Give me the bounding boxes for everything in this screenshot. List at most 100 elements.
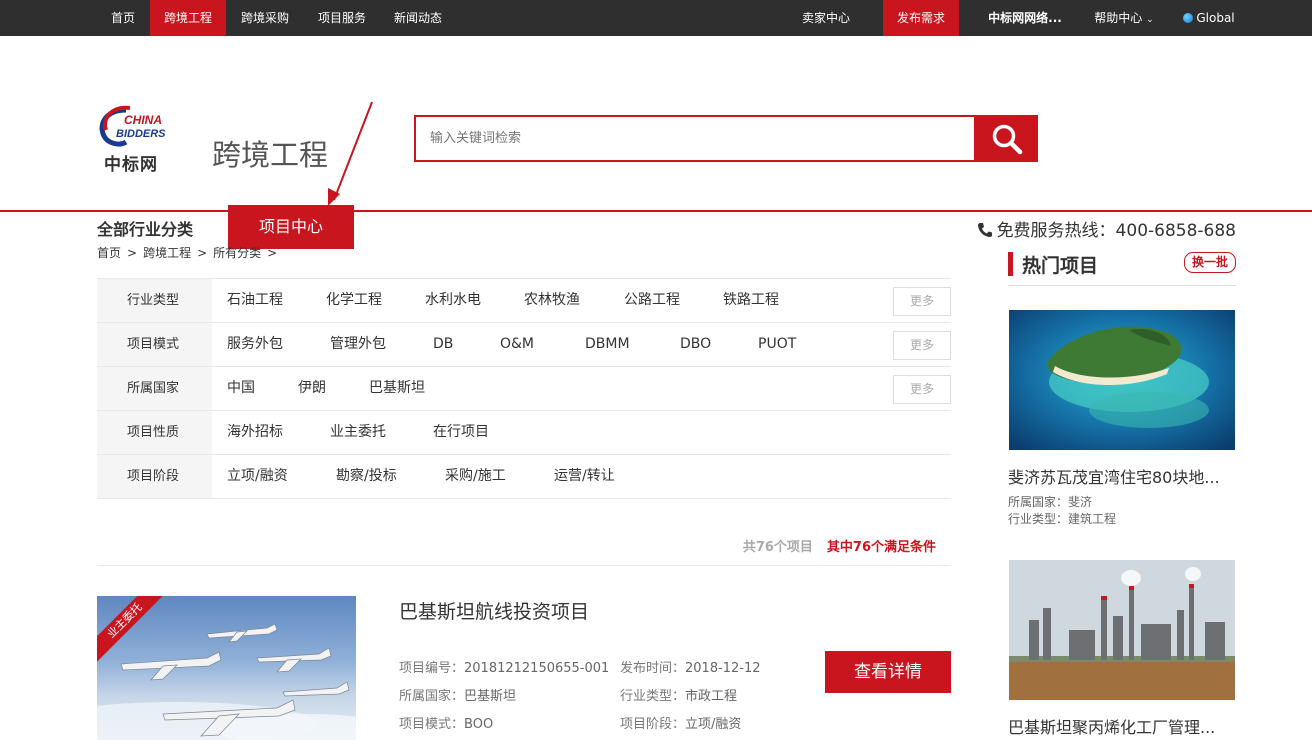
field-label: 项目编号： [399,661,465,676]
topnav-global[interactable]: Global [1176,0,1242,36]
filter-option[interactable]: DB [433,323,453,366]
field-label: 所属国家： [1008,495,1069,509]
breadcrumb-home[interactable]: 首页 [97,246,121,260]
top-navbar: 首页 跨境工程 跨境采购 项目服务 新闻动态 卖家中心 发布需求 中标网网络..… [0,0,1312,36]
field-value: 2018-12-12 [685,661,761,676]
field-label: 行业类型： [620,689,686,704]
topnav-project-service[interactable]: 项目服务 [304,0,380,36]
field-value: 立项/融资 [685,717,742,732]
project-field: 项目模式：BOO [399,713,493,732]
all-categories-menu[interactable]: 全部行业分类 [97,216,193,240]
filter-row-nature: 项目性质 海外招标 业主委托 在行项目 [97,411,951,455]
refinery-image [1009,560,1235,700]
hot-project-image[interactable] [1009,560,1235,700]
tab-project-center[interactable]: 项目中心 [228,205,354,249]
filter-option[interactable]: DBO [680,323,711,366]
topnav-company[interactable]: 中标网网络... [980,0,1070,36]
breadcrumb-all-categories[interactable]: 所有分类 [213,246,261,260]
more-button[interactable]: 更多 [893,331,951,360]
filter-option[interactable]: 公路工程 [624,279,680,322]
search-box [414,115,976,162]
filter-table: 行业类型 石油工程 化学工程 水利水电 农林牧渔 公路工程 铁路工程 更多 项目… [97,278,951,499]
filter-option[interactable]: PUOT [758,323,796,366]
filter-option[interactable]: 石油工程 [227,279,283,322]
filter-option[interactable]: 伊朗 [298,367,326,410]
field-value: 20181212150655-001 [464,661,610,676]
topnav-help-center[interactable]: 帮助中心 ⌄ [1090,0,1158,36]
filter-option[interactable]: 在行项目 [433,411,489,454]
filter-option[interactable]: 运营/转让 [554,455,615,498]
filter-option[interactable]: 农林牧渔 [524,279,580,322]
hot-project-industry: 行业类型：建筑工程 [1008,510,1116,527]
hot-project-title[interactable]: 斐济苏瓦茂宜湾住宅80块地... [1008,464,1236,488]
filter-option[interactable]: 管理外包 [330,323,386,366]
title-accent-bar [1008,252,1013,276]
filter-option[interactable]: 水利水电 [425,279,481,322]
result-count: 共76个项目 其中76个满足条件 [743,536,936,555]
hot-project-country: 所属国家：斐济 [1008,493,1092,510]
filter-option[interactable]: 业主委托 [330,411,386,454]
hot-project-title[interactable]: 巴基斯坦聚丙烯化工厂管理... [1008,714,1236,738]
breadcrumb-separator: > [267,246,278,260]
project-field: 所属国家：巴基斯坦 [399,685,516,704]
filter-row-industry: 行业类型 石油工程 化学工程 水利水电 农林牧渔 公路工程 铁路工程 更多 [97,279,951,323]
phone-icon [977,223,992,237]
breadcrumb-separator: > [127,246,138,260]
filter-label: 项目性质 [97,411,212,454]
island-image [1009,310,1235,450]
topnav-publish-demand[interactable]: 发布需求 [883,0,959,36]
filter-option[interactable]: 中国 [227,367,255,410]
filter-option[interactable]: 服务外包 [227,323,283,366]
field-value: 巴基斯坦 [464,689,517,704]
search-button[interactable] [976,115,1038,162]
field-label: 发布时间： [620,661,686,676]
filter-option[interactable]: 铁路工程 [723,279,779,322]
topnav-news[interactable]: 新闻动态 [381,0,455,36]
field-label: 所属国家： [399,689,465,704]
site-logo[interactable]: CHINA BIDDERS 中标网 [96,104,180,175]
project-image[interactable]: 业主委托 [97,596,356,740]
field-value: 市政工程 [685,689,738,704]
field-label: 项目模式： [399,717,465,732]
field-value: 斐济 [1068,495,1093,509]
filter-row-country: 所属国家 中国 伊朗 巴基斯坦 更多 [97,367,951,411]
filter-option[interactable]: DBMM [585,323,630,366]
breadcrumb-cross-border-engineering[interactable]: 跨境工程 [143,246,191,260]
hot-project-image[interactable] [1009,310,1235,450]
project-field: 项目阶段：立项/融资 [620,713,741,732]
filter-label: 项目模式 [97,323,212,366]
more-button[interactable]: 更多 [893,375,951,404]
more-button[interactable]: 更多 [893,287,951,316]
filter-option[interactable]: 海外招标 [227,411,283,454]
project-field: 行业类型：市政工程 [620,685,737,704]
filter-option[interactable]: 采购/施工 [445,455,506,498]
filter-option[interactable]: 巴基斯坦 [369,367,425,410]
filter-option[interactable]: 化学工程 [326,279,382,322]
filter-option[interactable]: 勘察/投标 [336,455,397,498]
topnav-cross-border-engineering[interactable]: 跨境工程 [150,0,226,36]
field-value: 建筑工程 [1068,512,1117,526]
field-label: 行业类型： [1008,512,1069,526]
project-title[interactable]: 巴基斯坦航线投资项目 [399,597,589,624]
topnav-cross-border-procurement[interactable]: 跨境采购 [228,0,302,36]
site-title: 跨境工程 [212,138,329,172]
svg-text:BIDDERS: BIDDERS [116,128,166,140]
filter-option[interactable]: O&M [500,323,534,366]
filter-row-stage: 项目阶段 立项/融资 勘察/投标 采购/施工 运营/转让 [97,455,951,499]
filter-label: 项目阶段 [97,455,212,498]
logo-text: 中标网 [104,155,158,175]
field-label: 项目阶段： [620,717,686,732]
breadcrumb: 首页 > 跨境工程 > 所有分类 > [97,244,283,261]
view-details-button[interactable]: 查看详情 [825,651,951,693]
result-total: 共76个项目 [742,540,813,555]
search-input[interactable] [416,117,974,160]
service-hotline: 免费服务热线：400-6858-688 [977,216,1236,241]
refresh-batch-button[interactable]: 换一批 [1184,252,1236,273]
topnav-seller-center[interactable]: 卖家中心 [788,0,864,36]
topnav-home[interactable]: 首页 [97,0,149,36]
project-field: 项目编号：20181212150655-001 [399,657,609,676]
filter-option[interactable]: 立项/融资 [227,455,288,498]
hot-projects-title: 热门项目 [1022,255,1099,277]
help-center-label: 帮助中心 [1094,11,1143,25]
annotation-arrow-icon [328,101,373,206]
